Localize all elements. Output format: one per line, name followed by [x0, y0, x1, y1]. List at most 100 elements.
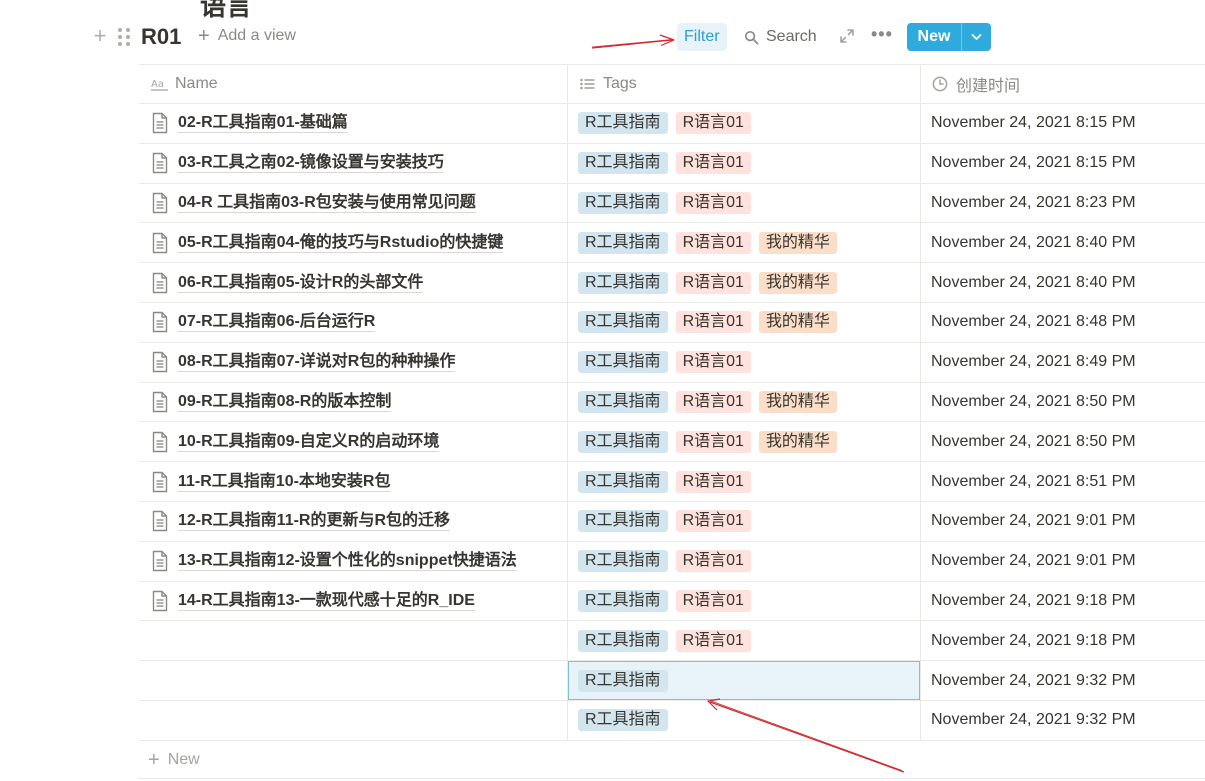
cell-tags[interactable]: R工具指南 R语言01 我的精华 [568, 382, 921, 422]
table-row[interactable]: 04-R 工具指南03-R包安装与使用常见问题 R工具指南 R语言01 Novembe… [139, 183, 1205, 224]
database-title[interactable]: R01 [141, 24, 181, 50]
cell-created-time[interactable]: November 24, 2021 8:23 PM [921, 184, 1205, 223]
cell-name[interactable] [139, 700, 568, 740]
page-title-link[interactable]: 03-R工具之南02-镜像设置与安装技巧 [178, 153, 444, 174]
cell-tags[interactable]: R工具指南 R语言01 [568, 462, 921, 501]
cell-created-time[interactable]: November 24, 2021 9:01 PM [921, 502, 1205, 541]
table-row[interactable]: 10-R工具指南09-自定义R的启动环境 R工具指南 R语言01 我的精华 Novemb… [139, 422, 1205, 463]
cell-created-time[interactable]: November 24, 2021 8:15 PM [921, 104, 1205, 143]
cell-name[interactable]: 08-R工具指南07-详说对R包的种种操作 [139, 342, 568, 382]
page-title-link[interactable]: 10-R工具指南09-自定义R的启动环境 [178, 432, 440, 452]
cell-name[interactable]: 09-R工具指南08-R的版本控制 [139, 382, 568, 422]
page-icon [152, 431, 168, 452]
table-row[interactable]: 05-R工具指南04-俺的技巧与Rstudio的快捷键 R工具指南 R语言01 我的精… [139, 223, 1205, 264]
cell-tags[interactable]: R工具指南 R语言01 我的精华 [568, 263, 921, 302]
more-icon[interactable]: ••• [871, 24, 893, 45]
cell-tags[interactable]: R工具指南 R语言01 [568, 621, 921, 661]
page-title-link[interactable]: 11-R工具指南10-本地安装R包 [178, 472, 391, 492]
cell-name[interactable]: 14-R工具指南13-一款现代感十足的R_IDE [139, 581, 568, 621]
tag-badge: R语言01 [675, 470, 751, 493]
cell-created-time[interactable]: November 24, 2021 9:32 PM [921, 701, 1205, 740]
page-title-link[interactable]: 02-R工具指南01-基础篇 [178, 113, 348, 134]
plus-icon[interactable]: + [90, 25, 110, 47]
table-row[interactable]: 13-R工具指南12-设置个性化的snippet快捷语法 R工具指南 R语言01 No… [139, 541, 1205, 582]
cell-tags[interactable]: R工具指南 R语言01 [568, 104, 921, 143]
page-title-link[interactable]: 13-R工具指南12-设置个性化的snippet快捷语法 [178, 551, 517, 572]
page-title-link[interactable]: 04-R 工具指南03-R包安装与使用常见问题 [178, 193, 476, 213]
page-title-link[interactable]: 07-R工具指南06-后台运行R [178, 312, 376, 333]
page-title-link[interactable]: 05-R工具指南04-俺的技巧与Rstudio的快捷键 [178, 233, 504, 253]
page-title-link[interactable]: 12-R工具指南11-R的更新与R包的迁移 [178, 511, 451, 532]
cell-created-time[interactable]: November 24, 2021 9:18 PM [921, 621, 1205, 660]
table-row[interactable]: 08-R工具指南07-详说对R包的种种操作 R工具指南 R语言01 November … [139, 342, 1205, 383]
filter-button[interactable]: Filter [677, 23, 727, 51]
cell-name[interactable]: 02-R工具指南01-基础篇 [139, 104, 568, 143]
cell-name[interactable]: 12-R工具指南11-R的更新与R包的迁移 [139, 501, 568, 541]
search-button[interactable]: Search [744, 23, 817, 51]
cell-name[interactable] [139, 621, 568, 661]
cell-tags[interactable]: R工具指南 R语言01 [568, 581, 921, 621]
column-header-created-time[interactable]: 创建时间 [921, 65, 1205, 103]
cell-created-time[interactable]: November 24, 2021 8:48 PM [921, 303, 1205, 342]
table-row[interactable]: R工具指南 November 24, 2021 9:32 PM [139, 700, 1205, 741]
expand-icon[interactable] [839, 28, 855, 44]
table-row[interactable]: 14-R工具指南13-一款现代感十足的R_IDE R工具指南 R语言01 Novemb… [139, 581, 1205, 622]
cell-tags-selected[interactable]: R工具指南 [568, 661, 921, 700]
cell-tags[interactable]: R工具指南 R语言01 [568, 143, 921, 183]
cell-created-time[interactable]: November 24, 2021 8:50 PM [921, 383, 1205, 422]
cell-tags[interactable]: R工具指南 R语言01 [568, 183, 921, 223]
tag-badge: R语言01 [675, 589, 751, 612]
cell-name[interactable]: 11-R工具指南10-本地安装R包 [139, 462, 568, 501]
drag-handle-icon[interactable] [118, 28, 132, 46]
tag-badge: R语言01 [675, 390, 751, 413]
column-header-name[interactable]: Aa Name [139, 65, 568, 103]
cell-name[interactable]: 10-R工具指南09-自定义R的启动环境 [139, 422, 568, 462]
cell-name[interactable] [139, 661, 568, 700]
cell-name[interactable]: 05-R工具指南04-俺的技巧与Rstudio的快捷键 [139, 223, 568, 263]
cell-created-time[interactable]: November 24, 2021 9:18 PM [921, 582, 1205, 621]
cell-created-time[interactable]: November 24, 2021 8:40 PM [921, 263, 1205, 302]
cell-created-time[interactable]: November 24, 2021 8:51 PM [921, 462, 1205, 501]
cell-name[interactable]: 06-R工具指南05-设计R的头部文件 [139, 263, 568, 302]
search-label: Search [766, 28, 817, 45]
cell-name[interactable]: 03-R工具之南02-镜像设置与安装技巧 [139, 143, 568, 183]
table-row[interactable]: R工具指南 November 24, 2021 9:32 PM [139, 661, 1205, 701]
new-button[interactable]: New [907, 23, 991, 51]
cell-created-time[interactable]: November 24, 2021 9:01 PM [921, 542, 1205, 581]
table-row[interactable]: 07-R工具指南06-后台运行R R工具指南 R语言01 我的精华 November 2… [139, 302, 1205, 343]
cell-name[interactable]: 04-R 工具指南03-R包安装与使用常见问题 [139, 183, 568, 223]
column-header-tags[interactable]: Tags [568, 65, 921, 103]
cell-tags[interactable]: R工具指南 R语言01 [568, 342, 921, 382]
cell-tags[interactable]: R工具指南 R语言01 [568, 541, 921, 581]
table-row[interactable]: 11-R工具指南10-本地安装R包 R工具指南 R语言01 November 24, … [139, 462, 1205, 502]
cell-created-time[interactable]: November 24, 2021 8:49 PM [921, 343, 1205, 382]
page-title-link[interactable]: 09-R工具指南08-R的版本控制 [178, 392, 392, 412]
table-row[interactable]: R工具指南 R语言01 November 24, 2021 9:18 PM [139, 621, 1205, 662]
table-row[interactable]: 09-R工具指南08-R的版本控制 R工具指南 R语言01 我的精华 November … [139, 382, 1205, 423]
tag-badge: 我的精华 [758, 430, 837, 453]
cell-name[interactable]: 13-R工具指南12-设置个性化的snippet快捷语法 [139, 541, 568, 581]
add-view-button[interactable]: + Add a view [198, 25, 296, 47]
cell-name[interactable]: 07-R工具指南06-后台运行R [139, 302, 568, 342]
plus-icon: + [198, 25, 210, 47]
page-title-link[interactable]: 06-R工具指南05-设计R的头部文件 [178, 273, 424, 293]
cell-tags[interactable]: R工具指南 R语言01 我的精华 [568, 223, 921, 263]
cell-tags[interactable]: R工具指南 [568, 700, 921, 740]
chevron-down-icon[interactable] [962, 23, 991, 51]
table-row[interactable]: 06-R工具指南05-设计R的头部文件 R工具指南 R语言01 我的精华 Novembe… [139, 263, 1205, 303]
cell-tags[interactable]: R工具指南 R语言01 我的精华 [568, 422, 921, 462]
cell-created-time[interactable]: November 24, 2021 9:32 PM [921, 661, 1205, 700]
new-button-label[interactable]: New [907, 23, 961, 51]
page-title-link[interactable]: 08-R工具指南07-详说对R包的种种操作 [178, 352, 456, 373]
cell-created-time[interactable]: November 24, 2021 8:40 PM [921, 223, 1205, 262]
page-title-link[interactable]: 14-R工具指南13-一款现代感十足的R_IDE [178, 591, 475, 611]
table-row[interactable]: 03-R工具之南02-镜像设置与安装技巧 R工具指南 R语言01 November 2… [139, 143, 1205, 184]
cell-created-time[interactable]: November 24, 2021 8:50 PM [921, 422, 1205, 461]
table-row[interactable]: 12-R工具指南11-R的更新与R包的迁移 R工具指南 R语言01 November … [139, 501, 1205, 542]
cell-tags[interactable]: R工具指南 R语言01 我的精华 [568, 302, 921, 342]
table-row[interactable]: 02-R工具指南01-基础篇 R工具指南 R语言01 November 24, 202… [139, 104, 1205, 144]
cell-created-time[interactable]: November 24, 2021 8:15 PM [921, 144, 1205, 183]
add-new-row-button[interactable]: + New [139, 741, 1205, 779]
tag-badge: R语言01 [675, 152, 751, 175]
cell-tags[interactable]: R工具指南 R语言01 [568, 501, 921, 541]
